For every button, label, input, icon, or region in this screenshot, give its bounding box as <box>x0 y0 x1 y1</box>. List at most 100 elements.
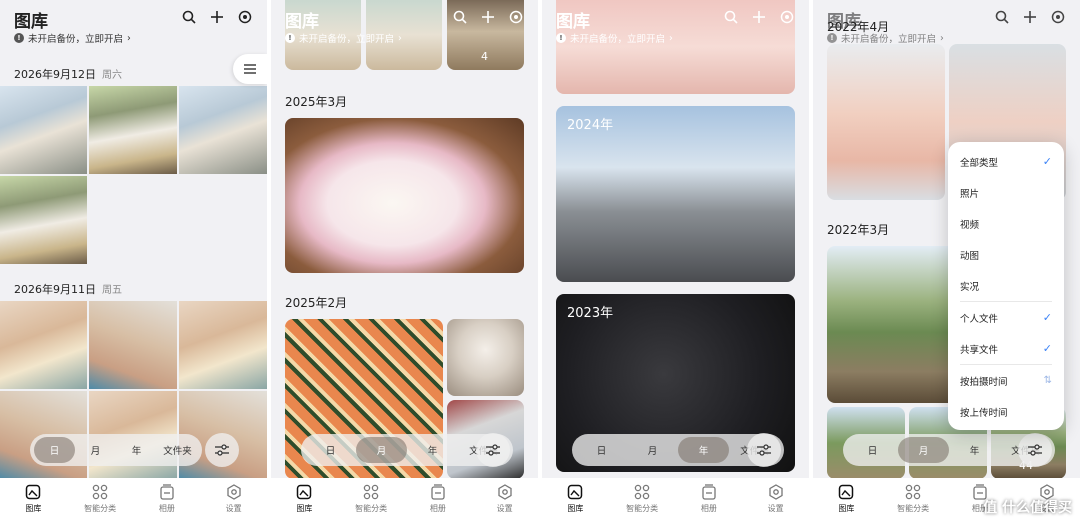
photo-thumbnail[interactable] <box>0 301 87 389</box>
year-label: 2024年 <box>567 118 614 133</box>
year-tile[interactable]: 2024年 <box>556 106 795 282</box>
backup-prompt[interactable]: ! 未开启备份，立即开启 › <box>14 31 131 45</box>
filter-icon <box>757 444 771 456</box>
bottom-nav: 图库 智能分类 相册 设置 <box>542 478 809 521</box>
nav-settings[interactable]: 设置 <box>742 478 809 521</box>
zoom-day[interactable]: 日 <box>847 437 898 463</box>
photo-thumbnail[interactable] <box>447 319 524 396</box>
page-title: 图库 <box>285 12 319 32</box>
settings-icon <box>226 484 241 500</box>
filter-button[interactable] <box>476 433 510 467</box>
more-icon[interactable] <box>779 9 795 25</box>
nav-albums[interactable]: 相册 <box>405 478 472 521</box>
grid-icon <box>92 484 108 500</box>
filter-button[interactable] <box>1018 433 1052 467</box>
top-bar: 图库 ! 未开启备份，立即开启 › <box>271 0 538 52</box>
zoom-month[interactable]: 月 <box>898 437 949 463</box>
zoom-month[interactable]: 月 <box>356 437 407 463</box>
nav-albums[interactable]: 相册 <box>134 478 201 521</box>
zoom-folder[interactable]: 文件夹 <box>157 437 198 463</box>
nav-smart-categories[interactable]: 智能分类 <box>609 478 676 521</box>
grid-icon <box>905 484 921 500</box>
photo-thumbnail[interactable] <box>827 44 945 200</box>
search-icon[interactable] <box>723 9 739 25</box>
gallery-icon <box>297 484 312 500</box>
bottom-nav: 图库 智能分类 相册 设置 <box>0 478 267 521</box>
add-icon[interactable] <box>1022 9 1038 25</box>
info-icon: ! <box>285 33 295 43</box>
watermark: 值 什么值得买 <box>983 500 1072 516</box>
menu-icon <box>244 64 256 74</box>
nav-settings[interactable]: 设置 <box>200 478 267 521</box>
menu-item-shared-files[interactable]: 共享文件 ✓ <box>948 333 1064 364</box>
nav-gallery[interactable]: 图库 <box>813 478 880 521</box>
search-icon[interactable] <box>181 9 197 25</box>
filter-button[interactable] <box>747 433 781 467</box>
zoom-day[interactable]: 日 <box>576 437 627 463</box>
zoom-year[interactable]: 年 <box>949 437 1000 463</box>
nav-albums[interactable]: 相册 <box>676 478 743 521</box>
photo-thumbnail[interactable] <box>89 301 177 389</box>
gallery-year-view: 图库 ! 未开启备份，立即开启 › 2024年 2023年 日 月 年 文件夹 … <box>542 0 809 521</box>
zoom-year[interactable]: 年 <box>678 437 729 463</box>
month-header: 2025年3月 <box>285 95 348 109</box>
add-icon[interactable] <box>751 9 767 25</box>
nav-smart-categories[interactable]: 智能分类 <box>338 478 405 521</box>
nav-settings[interactable]: 设置 <box>471 478 538 521</box>
photo-thumbnail[interactable] <box>89 86 177 174</box>
photo-thumbnail[interactable] <box>0 86 87 174</box>
menu-item-animated[interactable]: 动图 <box>948 239 1064 270</box>
menu-item-live[interactable]: 实况 <box>948 270 1064 301</box>
nav-gallery[interactable]: 图库 <box>0 478 67 521</box>
more-icon[interactable] <box>237 9 253 25</box>
filter-menu: 全部类型 ✓ 照片 视频 动图 实况 个人文件 ✓ 共享文件 ✓ 按拍摄时间 ⇅ 按上传… <box>948 142 1064 430</box>
photo-thumbnail[interactable] <box>179 86 267 174</box>
grid-icon <box>363 484 379 500</box>
zoom-month[interactable]: 月 <box>75 437 116 463</box>
zoom-year[interactable]: 年 <box>116 437 157 463</box>
zoom-day[interactable]: 日 <box>305 437 356 463</box>
zoom-month[interactable]: 月 <box>627 437 678 463</box>
backup-prompt[interactable]: ! 未开启备份，立即开启 › <box>556 31 673 45</box>
top-bar: 图库 ! 未开启备份，立即开启 › <box>0 0 267 52</box>
check-icon: ✓ <box>1042 342 1052 355</box>
add-icon[interactable] <box>209 9 225 25</box>
bottom-nav: 图库 智能分类 相册 设置 <box>271 478 538 521</box>
nav-smart-categories[interactable]: 智能分类 <box>880 478 947 521</box>
settings-icon <box>768 484 783 500</box>
info-icon: ! <box>14 33 24 43</box>
month-header: 2022年3月 <box>827 223 890 237</box>
page-title: 图库 <box>827 12 861 32</box>
backup-prompt[interactable]: ! 未开启备份，立即开启 › <box>285 31 402 45</box>
nav-gallery[interactable]: 图库 <box>542 478 609 521</box>
add-icon[interactable] <box>480 9 496 25</box>
nav-gallery[interactable]: 图库 <box>271 478 338 521</box>
filter-icon <box>215 444 229 456</box>
search-icon[interactable] <box>452 9 468 25</box>
list-toggle-button[interactable] <box>233 54 267 84</box>
filter-button[interactable] <box>205 433 239 467</box>
menu-item-personal-files[interactable]: 个人文件 ✓ <box>948 302 1064 333</box>
photo-thumbnail[interactable] <box>0 176 87 264</box>
photo-thumbnail[interactable] <box>285 118 524 273</box>
zoom-day[interactable]: 日 <box>34 437 75 463</box>
photo-thumbnail[interactable] <box>179 301 267 389</box>
top-bar: 图库 ! 未开启备份，立即开启 › <box>542 0 809 52</box>
more-icon[interactable] <box>1050 9 1066 25</box>
nav-smart-categories[interactable]: 智能分类 <box>67 478 134 521</box>
menu-item-videos[interactable]: 视频 <box>948 208 1064 239</box>
backup-prompt[interactable]: ! 未开启备份，立即开启 › <box>827 31 944 45</box>
date-header: 2026年9月12日 周六 <box>14 68 122 81</box>
search-icon[interactable] <box>994 9 1010 25</box>
gallery-month-view: 4 图库 ! 未开启备份，立即开启 › 2025年3月 2025年2月 日 月 … <box>271 0 538 521</box>
gallery-icon <box>568 484 583 500</box>
menu-item-sort-upload-time[interactable]: 按上传时间 <box>948 396 1064 427</box>
check-icon: ✓ <box>1042 311 1052 324</box>
album-icon <box>431 484 445 500</box>
menu-item-all-types[interactable]: 全部类型 ✓ <box>948 146 1064 177</box>
zoom-year[interactable]: 年 <box>407 437 458 463</box>
menu-item-photos[interactable]: 照片 <box>948 177 1064 208</box>
month-header: 2025年2月 <box>285 296 348 310</box>
menu-item-sort-capture-time[interactable]: 按拍摄时间 ⇅ <box>948 365 1064 396</box>
more-icon[interactable] <box>508 9 524 25</box>
